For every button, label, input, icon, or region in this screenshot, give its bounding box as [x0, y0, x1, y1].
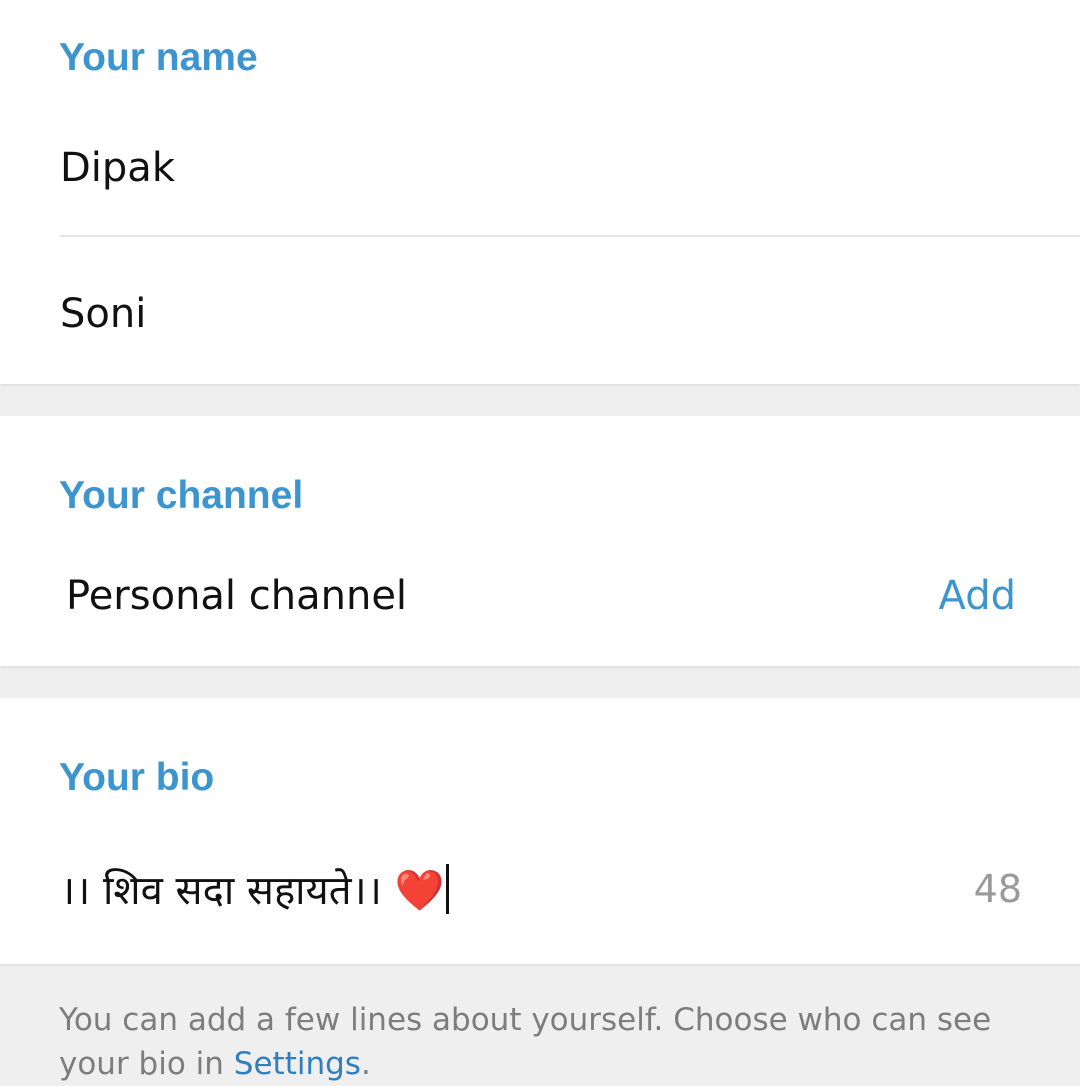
bio-text: ।। शिव सदा सहायते।। ❤️ [60, 868, 445, 914]
name-section-header: Your name [59, 36, 258, 79]
text-cursor [446, 864, 450, 914]
bio-input[interactable]: ।। शिव सदा सहायते।। ❤️ [60, 864, 940, 914]
bio-hint-end: . [360, 1046, 371, 1082]
bio-section: Your bio ।। शिव सदा सहायते।। ❤️ 48 [0, 698, 1080, 964]
bio-hint-body: You can add a few lines about yourself. … [59, 1002, 992, 1082]
settings-link[interactable]: Settings [234, 1046, 361, 1082]
last-name-field[interactable]: Soni [60, 294, 1040, 334]
name-divider [60, 235, 1080, 237]
first-name-field[interactable]: Dipak [60, 148, 1040, 188]
add-channel-button[interactable]: Add [939, 576, 1016, 616]
personal-channel-row[interactable]: Personal channel [66, 576, 407, 616]
channel-section-header: Your channel [59, 474, 304, 517]
bio-section-header: Your bio [59, 756, 215, 799]
name-section: Your name Dipak Soni [0, 0, 1080, 384]
bio-hint-text: You can add a few lines about yourself. … [59, 998, 1019, 1086]
channel-section: Your channel Personal channel Add [0, 416, 1080, 666]
bio-char-counter: 48 [973, 867, 1022, 911]
